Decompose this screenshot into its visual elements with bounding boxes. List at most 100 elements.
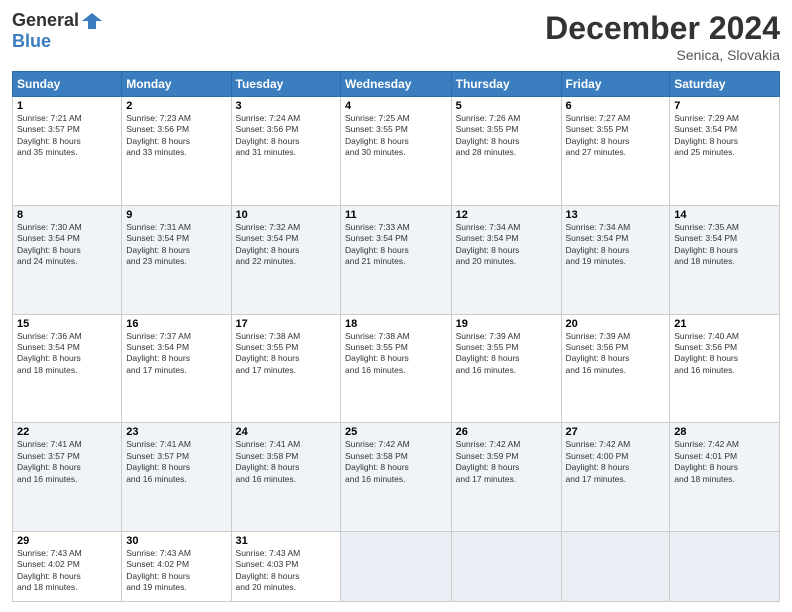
calendar-cell: 19Sunrise: 7:39 AMSunset: 3:55 PMDayligh… bbox=[451, 314, 561, 423]
day-number: 22 bbox=[17, 426, 117, 438]
calendar-cell: 23Sunrise: 7:41 AMSunset: 3:57 PMDayligh… bbox=[122, 423, 231, 532]
calendar-week-row: 1Sunrise: 7:21 AMSunset: 3:57 PMDaylight… bbox=[13, 97, 780, 206]
title-block: December 2024 Senica, Slovakia bbox=[545, 10, 780, 63]
header: General Blue December 2024 Senica, Slova… bbox=[12, 10, 780, 63]
calendar-cell: 5Sunrise: 7:26 AMSunset: 3:55 PMDaylight… bbox=[451, 97, 561, 206]
logo-bird-icon bbox=[82, 11, 102, 31]
day-info: Sunrise: 7:40 AMSunset: 3:56 PMDaylight:… bbox=[674, 331, 775, 377]
day-number: 13 bbox=[566, 209, 666, 221]
day-info: Sunrise: 7:42 AMSunset: 3:59 PMDaylight:… bbox=[456, 439, 557, 485]
day-number: 3 bbox=[236, 100, 336, 112]
calendar-cell: 9Sunrise: 7:31 AMSunset: 3:54 PMDaylight… bbox=[122, 205, 231, 314]
day-number: 29 bbox=[17, 535, 117, 547]
day-number: 19 bbox=[456, 318, 557, 330]
calendar-cell bbox=[341, 532, 452, 602]
day-info: Sunrise: 7:25 AMSunset: 3:55 PMDaylight:… bbox=[345, 113, 447, 159]
calendar-cell: 25Sunrise: 7:42 AMSunset: 3:58 PMDayligh… bbox=[341, 423, 452, 532]
day-number: 17 bbox=[236, 318, 336, 330]
day-header-sunday: Sunday bbox=[13, 72, 122, 97]
day-info: Sunrise: 7:32 AMSunset: 3:54 PMDaylight:… bbox=[236, 222, 336, 268]
day-number: 6 bbox=[566, 100, 666, 112]
day-number: 21 bbox=[674, 318, 775, 330]
calendar-cell: 29Sunrise: 7:43 AMSunset: 4:02 PMDayligh… bbox=[13, 532, 122, 602]
day-number: 4 bbox=[345, 100, 447, 112]
calendar-table: SundayMondayTuesdayWednesdayThursdayFrid… bbox=[12, 71, 780, 602]
calendar-cell: 26Sunrise: 7:42 AMSunset: 3:59 PMDayligh… bbox=[451, 423, 561, 532]
calendar-week-row: 8Sunrise: 7:30 AMSunset: 3:54 PMDaylight… bbox=[13, 205, 780, 314]
day-header-friday: Friday bbox=[561, 72, 670, 97]
day-number: 27 bbox=[566, 426, 666, 438]
calendar-cell: 22Sunrise: 7:41 AMSunset: 3:57 PMDayligh… bbox=[13, 423, 122, 532]
day-info: Sunrise: 7:33 AMSunset: 3:54 PMDaylight:… bbox=[345, 222, 447, 268]
day-info: Sunrise: 7:23 AMSunset: 3:56 PMDaylight:… bbox=[126, 113, 226, 159]
day-info: Sunrise: 7:24 AMSunset: 3:56 PMDaylight:… bbox=[236, 113, 336, 159]
location: Senica, Slovakia bbox=[545, 47, 780, 63]
day-info: Sunrise: 7:43 AMSunset: 4:03 PMDaylight:… bbox=[236, 548, 336, 594]
calendar-cell: 31Sunrise: 7:43 AMSunset: 4:03 PMDayligh… bbox=[231, 532, 340, 602]
calendar-cell: 15Sunrise: 7:36 AMSunset: 3:54 PMDayligh… bbox=[13, 314, 122, 423]
calendar-cell: 20Sunrise: 7:39 AMSunset: 3:56 PMDayligh… bbox=[561, 314, 670, 423]
calendar-week-row: 22Sunrise: 7:41 AMSunset: 3:57 PMDayligh… bbox=[13, 423, 780, 532]
day-info: Sunrise: 7:39 AMSunset: 3:56 PMDaylight:… bbox=[566, 331, 666, 377]
calendar-cell bbox=[561, 532, 670, 602]
calendar-cell: 30Sunrise: 7:43 AMSunset: 4:02 PMDayligh… bbox=[122, 532, 231, 602]
day-info: Sunrise: 7:39 AMSunset: 3:55 PMDaylight:… bbox=[456, 331, 557, 377]
calendar-cell: 28Sunrise: 7:42 AMSunset: 4:01 PMDayligh… bbox=[670, 423, 780, 532]
calendar-cell: 24Sunrise: 7:41 AMSunset: 3:58 PMDayligh… bbox=[231, 423, 340, 532]
calendar-cell: 1Sunrise: 7:21 AMSunset: 3:57 PMDaylight… bbox=[13, 97, 122, 206]
day-info: Sunrise: 7:41 AMSunset: 3:57 PMDaylight:… bbox=[126, 439, 226, 485]
day-info: Sunrise: 7:42 AMSunset: 4:01 PMDaylight:… bbox=[674, 439, 775, 485]
day-info: Sunrise: 7:35 AMSunset: 3:54 PMDaylight:… bbox=[674, 222, 775, 268]
day-info: Sunrise: 7:42 AMSunset: 4:00 PMDaylight:… bbox=[566, 439, 666, 485]
day-header-saturday: Saturday bbox=[670, 72, 780, 97]
day-header-wednesday: Wednesday bbox=[341, 72, 452, 97]
month-title: December 2024 bbox=[545, 10, 780, 47]
day-info: Sunrise: 7:37 AMSunset: 3:54 PMDaylight:… bbox=[126, 331, 226, 377]
day-number: 7 bbox=[674, 100, 775, 112]
logo-blue-text: Blue bbox=[12, 31, 51, 52]
day-number: 14 bbox=[674, 209, 775, 221]
day-number: 5 bbox=[456, 100, 557, 112]
calendar-week-row: 15Sunrise: 7:36 AMSunset: 3:54 PMDayligh… bbox=[13, 314, 780, 423]
day-number: 11 bbox=[345, 209, 447, 221]
calendar-cell: 17Sunrise: 7:38 AMSunset: 3:55 PMDayligh… bbox=[231, 314, 340, 423]
day-number: 1 bbox=[17, 100, 117, 112]
day-number: 20 bbox=[566, 318, 666, 330]
calendar-cell bbox=[451, 532, 561, 602]
day-info: Sunrise: 7:29 AMSunset: 3:54 PMDaylight:… bbox=[674, 113, 775, 159]
calendar-cell: 2Sunrise: 7:23 AMSunset: 3:56 PMDaylight… bbox=[122, 97, 231, 206]
day-header-thursday: Thursday bbox=[451, 72, 561, 97]
page: General Blue December 2024 Senica, Slova… bbox=[0, 0, 792, 612]
day-number: 8 bbox=[17, 209, 117, 221]
calendar-cell: 13Sunrise: 7:34 AMSunset: 3:54 PMDayligh… bbox=[561, 205, 670, 314]
day-number: 31 bbox=[236, 535, 336, 547]
calendar-cell: 11Sunrise: 7:33 AMSunset: 3:54 PMDayligh… bbox=[341, 205, 452, 314]
day-number: 24 bbox=[236, 426, 336, 438]
day-number: 12 bbox=[456, 209, 557, 221]
day-info: Sunrise: 7:27 AMSunset: 3:55 PMDaylight:… bbox=[566, 113, 666, 159]
day-number: 16 bbox=[126, 318, 226, 330]
calendar-cell: 16Sunrise: 7:37 AMSunset: 3:54 PMDayligh… bbox=[122, 314, 231, 423]
day-number: 26 bbox=[456, 426, 557, 438]
day-number: 18 bbox=[345, 318, 447, 330]
calendar-cell: 27Sunrise: 7:42 AMSunset: 4:00 PMDayligh… bbox=[561, 423, 670, 532]
day-number: 30 bbox=[126, 535, 226, 547]
day-info: Sunrise: 7:21 AMSunset: 3:57 PMDaylight:… bbox=[17, 113, 117, 159]
day-info: Sunrise: 7:30 AMSunset: 3:54 PMDaylight:… bbox=[17, 222, 117, 268]
day-info: Sunrise: 7:26 AMSunset: 3:55 PMDaylight:… bbox=[456, 113, 557, 159]
calendar-cell: 7Sunrise: 7:29 AMSunset: 3:54 PMDaylight… bbox=[670, 97, 780, 206]
calendar-week-row: 29Sunrise: 7:43 AMSunset: 4:02 PMDayligh… bbox=[13, 532, 780, 602]
day-info: Sunrise: 7:31 AMSunset: 3:54 PMDaylight:… bbox=[126, 222, 226, 268]
day-info: Sunrise: 7:36 AMSunset: 3:54 PMDaylight:… bbox=[17, 331, 117, 377]
day-header-tuesday: Tuesday bbox=[231, 72, 340, 97]
day-number: 9 bbox=[126, 209, 226, 221]
day-number: 2 bbox=[126, 100, 226, 112]
day-number: 28 bbox=[674, 426, 775, 438]
calendar-cell: 8Sunrise: 7:30 AMSunset: 3:54 PMDaylight… bbox=[13, 205, 122, 314]
day-number: 10 bbox=[236, 209, 336, 221]
day-info: Sunrise: 7:38 AMSunset: 3:55 PMDaylight:… bbox=[236, 331, 336, 377]
calendar-cell: 14Sunrise: 7:35 AMSunset: 3:54 PMDayligh… bbox=[670, 205, 780, 314]
day-info: Sunrise: 7:41 AMSunset: 3:57 PMDaylight:… bbox=[17, 439, 117, 485]
calendar-cell: 10Sunrise: 7:32 AMSunset: 3:54 PMDayligh… bbox=[231, 205, 340, 314]
calendar-cell: 4Sunrise: 7:25 AMSunset: 3:55 PMDaylight… bbox=[341, 97, 452, 206]
